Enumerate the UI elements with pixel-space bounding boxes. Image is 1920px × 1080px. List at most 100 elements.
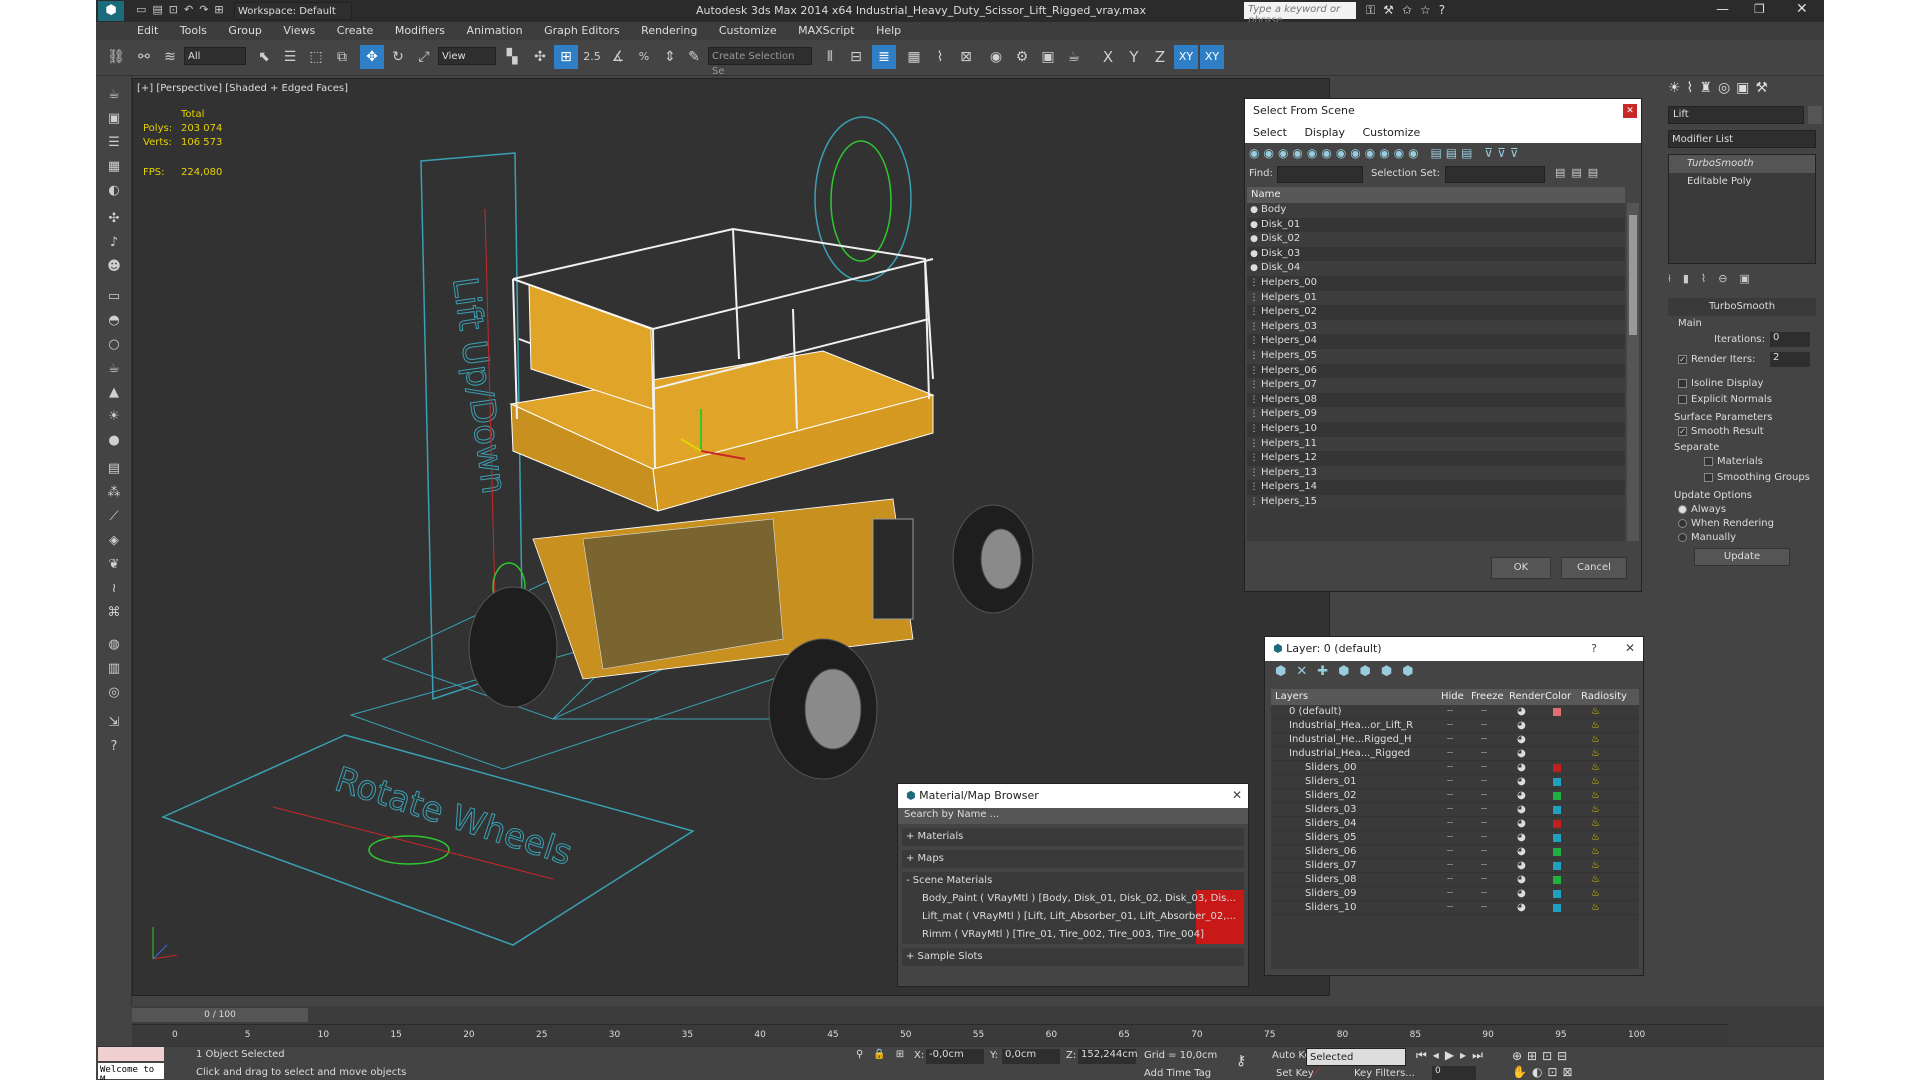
teapot-primitive-icon[interactable]: ☕ — [102, 358, 126, 380]
turbosmooth-rollout-title[interactable]: TurboSmooth — [1668, 298, 1816, 316]
helper-icon[interactable]: ✣ — [102, 208, 126, 230]
layer-manager-icon[interactable]: ≣ — [872, 45, 896, 69]
compound-icon[interactable]: ◈ — [102, 530, 126, 552]
rotate-icon[interactable]: ↻ — [386, 45, 410, 69]
playback-controls[interactable]: ⏮◂▶▸⏭ — [1416, 1048, 1489, 1063]
sfs-menu-display[interactable]: Display — [1304, 126, 1345, 139]
unlink-icon[interactable]: ⚯ — [132, 45, 156, 69]
layer-hide-toggle[interactable]: ┄ — [1447, 831, 1453, 844]
layer-row[interactable]: Sliders_01 ┄ ┄ ◕ ♨ — [1271, 775, 1639, 789]
plant-icon[interactable]: ❦ — [102, 554, 126, 576]
layer-row[interactable]: Sliders_06 ┄ ┄ ◕ ♨ — [1271, 845, 1639, 859]
scene-object-row[interactable]: ⋮ Helpers_08 — [1247, 392, 1625, 408]
layer-render-icon[interactable]: ◕ — [1517, 859, 1526, 872]
layer-freeze-toggle[interactable]: ┄ — [1481, 705, 1487, 718]
scene-object-row[interactable]: ⋮ Helpers_06 — [1247, 363, 1625, 379]
layer-freeze-toggle[interactable]: ┄ — [1481, 901, 1487, 914]
sfs-filter-toolbar[interactable]: ◉◉◉◉◉◉◉◉◉◉◉◉ ▤▤▤ ⊽⊽⊽ — [1245, 143, 1641, 165]
layer-render-icon[interactable]: ◕ — [1517, 873, 1526, 886]
lock-selection-icons[interactable]: ⚲🔒⊞ — [856, 1049, 914, 1060]
scene-object-row[interactable]: ⋮ Helpers_11 — [1247, 436, 1625, 452]
scene-object-row[interactable]: ⋮ Helpers_14 — [1247, 480, 1625, 495]
axis-z-button[interactable]: Z — [1148, 45, 1172, 69]
help-icons[interactable]: ⚿⚒✩☆? — [1366, 3, 1453, 18]
object-color-swatch[interactable] — [1808, 106, 1822, 124]
key-selection-dropdown[interactable]: Selected — [1306, 1048, 1406, 1066]
sfs-menu-customize[interactable]: Customize — [1362, 126, 1420, 139]
layer-name[interactable]: Sliders_10 — [1305, 901, 1356, 914]
layer-name[interactable]: Sliders_01 — [1305, 775, 1356, 788]
ok-button[interactable]: OK — [1491, 557, 1551, 579]
layer-hide-toggle[interactable]: ┄ — [1447, 887, 1453, 900]
percent-snap-icon[interactable]: % — [632, 45, 656, 69]
select-from-scene-dialog[interactable]: Select From Scene ✕ Select Display Custo… — [1244, 98, 1642, 592]
section-materials[interactable]: + Materials — [902, 828, 1244, 846]
layer-freeze-toggle[interactable]: ┄ — [1481, 775, 1487, 788]
axis-y-button[interactable]: Y — [1122, 45, 1146, 69]
globe-icon[interactable]: ◍ — [102, 634, 126, 656]
layer-freeze-toggle[interactable]: ┄ — [1481, 845, 1487, 858]
layer-row[interactable]: Industrial_Hea...or_Lift_R ┄ ┄ ◕ ♨ — [1271, 719, 1639, 733]
col-hide[interactable]: Hide — [1441, 689, 1464, 705]
scene-object-row[interactable]: ⋮ Helpers_02 — [1247, 305, 1625, 320]
hair-icon[interactable]: ≀ — [102, 578, 126, 600]
workspace-dropdown[interactable]: Workspace: Default — [234, 2, 352, 20]
layers-icon[interactable]: ▥ — [102, 658, 126, 680]
link-icon[interactable]: ⛓ — [104, 45, 128, 69]
layer-color-swatch[interactable] — [1553, 876, 1561, 884]
layer-freeze-toggle[interactable]: ┄ — [1481, 733, 1487, 746]
scene-object-row[interactable]: ⋮ Helpers_01 — [1247, 290, 1625, 306]
scene-material-item[interactable]: Body_Paint ( VRayMtl ) [Body, Disk_01, D… — [902, 890, 1244, 908]
col-render[interactable]: Render — [1509, 689, 1545, 705]
sfs-object-list[interactable]: Name ● Body ● Disk_01 ● Disk_02 ● Disk_03 ● Disk_… — [1247, 187, 1625, 541]
layer-render-icon[interactable]: ◕ — [1517, 831, 1526, 844]
box-icon[interactable]: ▭ — [102, 286, 126, 308]
modifier-list-dropdown[interactable]: Modifier List — [1668, 130, 1816, 148]
add-time-tag[interactable]: Add Time Tag — [1144, 1068, 1211, 1079]
layer-color-swatch[interactable] — [1553, 764, 1561, 772]
perspective-viewport[interactable]: [+] [Perspective] [Shaded + Edged Faces]… — [132, 78, 1330, 996]
bind-space-warp-icon[interactable]: ≋ — [158, 45, 182, 69]
z-coordinate-field[interactable]: 152,244cm — [1078, 1049, 1138, 1064]
maximize-icon[interactable]: ❐ — [1754, 2, 1765, 16]
when-rendering-radio[interactable] — [1678, 518, 1687, 528]
layer-color-swatch[interactable] — [1553, 820, 1561, 828]
current-frame-field[interactable]: 0 — [1432, 1066, 1476, 1080]
cancel-button[interactable]: Cancel — [1561, 557, 1627, 579]
bone-icon[interactable]: ⟋ — [102, 506, 126, 528]
maxscript-listener-pink[interactable] — [98, 1047, 164, 1061]
layer-freeze-toggle[interactable]: ┄ — [1481, 789, 1487, 802]
layer-radiosity-icon[interactable]: ♨ — [1591, 873, 1600, 886]
move-icon[interactable]: ✥ — [360, 45, 384, 69]
wheel-rear-left[interactable] — [468, 586, 558, 708]
layer-render-icon[interactable]: ◕ — [1517, 719, 1526, 732]
menu-edit[interactable]: Edit — [128, 22, 167, 39]
set-key-button[interactable]: Set Key — [1276, 1068, 1314, 1079]
scene-object-row[interactable]: ⋮ Helpers_10 — [1247, 421, 1625, 437]
scene-object-row[interactable]: ⋮ Helpers_09 — [1247, 407, 1625, 422]
scene-object-row[interactable]: ⋮ Helpers_12 — [1247, 451, 1625, 466]
key-mode-icon[interactable]: ⚷ — [1236, 1053, 1246, 1069]
key-filters-button[interactable]: Key Filters... — [1354, 1068, 1415, 1079]
layer-radiosity-icon[interactable]: ♨ — [1591, 845, 1600, 858]
layer-help-button[interactable]: ? — [1591, 642, 1597, 655]
layer-name[interactable]: 0 (default) — [1289, 705, 1342, 718]
layer-render-icon[interactable]: ◕ — [1517, 705, 1526, 718]
material-editor-icon[interactable]: ◉ — [984, 45, 1008, 69]
menu-help[interactable]: Help — [867, 22, 910, 39]
layer-hide-toggle[interactable]: ┄ — [1447, 803, 1453, 816]
layer-radiosity-icon[interactable]: ♨ — [1591, 747, 1600, 760]
layer-radiosity-icon[interactable]: ♨ — [1591, 831, 1600, 844]
layer-name[interactable]: Sliders_04 — [1305, 817, 1356, 830]
layer-hide-toggle[interactable]: ┄ — [1447, 747, 1453, 760]
material-browser-title-bar[interactable]: ⬢ Material/Map Browser ✕ — [898, 784, 1248, 808]
align-icon[interactable]: ⊟ — [844, 45, 868, 69]
curve-editor-icon[interactable]: ⌇ — [928, 45, 952, 69]
layer-row[interactable]: Sliders_00 ┄ ┄ ◕ ♨ — [1271, 761, 1639, 775]
col-color[interactable]: Color — [1545, 689, 1571, 705]
sfs-set-icons[interactable]: ▤▤▤ — [1555, 166, 1604, 179]
scene-object-row[interactable]: ⋮ Helpers_15 — [1247, 494, 1625, 510]
layer-radiosity-icon[interactable]: ♨ — [1591, 733, 1600, 746]
layer-render-icon[interactable]: ◕ — [1517, 817, 1526, 830]
layer-radiosity-icon[interactable]: ♨ — [1591, 859, 1600, 872]
